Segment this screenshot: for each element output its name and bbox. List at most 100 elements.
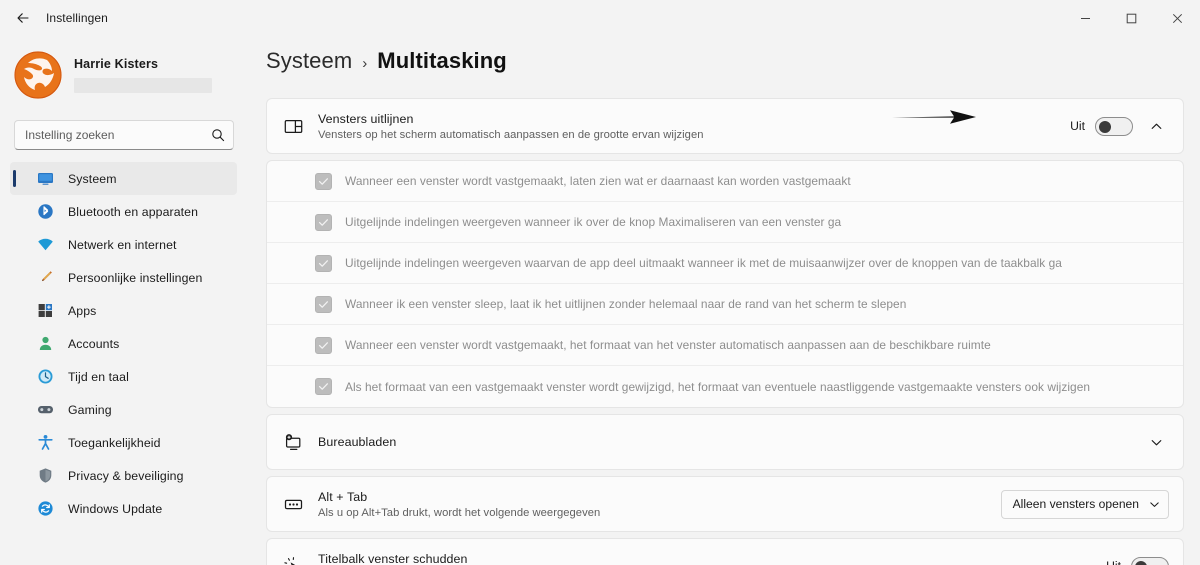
profile-section[interactable]: Harrie Kisters: [14, 44, 248, 106]
checkbox-checked-disabled[interactable]: [315, 295, 332, 313]
snap-option-label: Uitgelijnde indelingen weergeven wanneer…: [345, 215, 842, 229]
check-icon: [318, 300, 329, 308]
monitor-icon: [36, 170, 54, 188]
check-icon: [318, 341, 329, 349]
breadcrumb-parent[interactable]: Systeem: [266, 48, 352, 74]
snap-windows-card: Vensters uitlijnen Vensters op het scher…: [266, 98, 1184, 154]
snap-option-row[interactable]: Wanneer een venster wordt vastgemaakt, l…: [267, 161, 1183, 202]
search-box[interactable]: [14, 120, 234, 150]
profile-text: Harrie Kisters: [74, 57, 212, 93]
sidebar-item-label: Privacy & beveiliging: [68, 468, 184, 483]
check-icon: [318, 177, 329, 185]
title-bar-shake-toggle-state: Uit: [1106, 559, 1121, 565]
title-bar-shake-title: Titelbalk venster schudden: [318, 551, 468, 565]
desktops-row[interactable]: Bureaubladen: [267, 415, 1183, 469]
snap-windows-options: Wanneer een venster wordt vastgemaakt, l…: [266, 160, 1184, 408]
title-bar: Instellingen: [0, 0, 1200, 36]
toggle-knob: [1099, 120, 1111, 133]
snap-option-row[interactable]: Als het formaat van een vastgemaakt vens…: [267, 366, 1183, 407]
snap-windows-description: Vensters op het scherm automatisch aanpa…: [318, 128, 704, 141]
back-button[interactable]: [6, 3, 40, 33]
close-button[interactable]: [1154, 0, 1200, 36]
chevron-down-icon: [1149, 499, 1160, 510]
sidebar-item-label: Toegankelijkheid: [68, 435, 161, 450]
snap-option-row[interactable]: Wanneer een venster wordt vastgemaakt, h…: [267, 325, 1183, 366]
sidebar-item-persoonlijke-instellingen[interactable]: Persoonlijke instellingen: [10, 261, 237, 294]
bluetooth-icon: [36, 203, 54, 221]
desktops-expander[interactable]: [1143, 429, 1169, 455]
title-bar-shake-toggle[interactable]: [1131, 556, 1169, 565]
maximize-button[interactable]: [1108, 0, 1154, 36]
shake-cursor-icon: [280, 556, 306, 565]
search-input[interactable]: [25, 128, 211, 142]
alt-tab-description: Als u op Alt+Tab drukt, wordt het volgen…: [318, 506, 601, 519]
maximize-icon: [1126, 13, 1136, 23]
desktops-controls: [1143, 429, 1169, 455]
page-title: Multitasking: [377, 48, 507, 73]
sidebar-item-bluetooth-en-apparaten[interactable]: Bluetooth en apparaten: [10, 195, 237, 228]
sidebar-item-windows-update[interactable]: Windows Update: [10, 492, 237, 525]
sidebar-item-netwerk-en-internet[interactable]: Netwerk en internet: [10, 228, 237, 261]
sidebar-item-label: Apps: [68, 303, 97, 318]
snap-windows-title: Vensters uitlijnen: [318, 111, 414, 126]
alt-tab-row[interactable]: Alt + Tab Als u op Alt+Tab drukt, wordt …: [267, 477, 1183, 531]
check-icon: [318, 218, 329, 226]
desktops-card: Bureaubladen: [266, 414, 1184, 470]
snap-windows-texts: Vensters uitlijnen Vensters op het scher…: [318, 112, 1070, 141]
avatar: [14, 51, 62, 99]
snap-windows-toggle-state: Uit: [1070, 119, 1085, 133]
title-bar-shake-card: Titelbalk venster schudden Alle andere v…: [266, 538, 1184, 565]
check-icon: [318, 383, 329, 390]
checkbox-checked-disabled[interactable]: [315, 336, 332, 354]
checkbox-checked-disabled[interactable]: [315, 213, 332, 231]
sidebar-item-label: Bluetooth en apparaten: [68, 204, 199, 219]
snap-option-label: Uitgelijnde indelingen weergeven waarvan…: [345, 256, 1062, 270]
snap-windows-controls: Uit: [1070, 113, 1169, 139]
main-content: Systeem › Multitasking Vensters uitlijne…: [248, 36, 1200, 565]
paintbrush-icon: [36, 269, 54, 287]
alt-tab-dropdown[interactable]: Alleen vensters openen: [1000, 489, 1169, 519]
sidebar-item-tijd-en-taal[interactable]: Tijd en taal: [10, 360, 237, 393]
sidebar-item-privacy-beveiliging[interactable]: Privacy & beveiliging: [10, 459, 237, 492]
checkbox-checked-disabled[interactable]: [315, 378, 332, 395]
alt-tab-title: Alt + Tab: [318, 489, 368, 504]
window-controls: [1062, 0, 1200, 36]
accessibility-icon: [36, 434, 54, 452]
chevron-down-icon: [1151, 439, 1161, 445]
title-bar-shake-texts: Titelbalk venster schudden Alle andere v…: [318, 552, 1106, 565]
snap-windows-row[interactable]: Vensters uitlijnen Vensters op het scher…: [267, 99, 1183, 153]
sidebar-item-label: Gaming: [68, 402, 112, 417]
sidebar-item-gaming[interactable]: Gaming: [10, 393, 237, 426]
alt-tab-icon: [280, 495, 306, 514]
title-bar-shake-row[interactable]: Titelbalk venster schudden Alle andere v…: [267, 539, 1183, 565]
update-sync-icon: [36, 500, 54, 518]
sidebar-item-accounts[interactable]: Accounts: [10, 327, 237, 360]
gamepad-icon: [36, 401, 54, 419]
sidebar-item-label: Accounts: [68, 336, 120, 351]
snap-windows-toggle[interactable]: [1095, 116, 1133, 136]
sidebar-item-systeem[interactable]: Systeem: [10, 162, 237, 195]
profile-name: Harrie Kisters: [74, 57, 159, 71]
snap-option-row[interactable]: Uitgelijnde indelingen weergeven wanneer…: [267, 202, 1183, 243]
sidebar-item-toegankelijkheid[interactable]: Toegankelijkheid: [10, 426, 237, 459]
sidebar-nav: Systeem Bluetooth en apparaten Netwerk e…: [0, 162, 248, 525]
minimize-button[interactable]: [1062, 0, 1108, 36]
checkbox-checked-disabled[interactable]: [315, 172, 332, 190]
snap-option-label: Als het formaat van een vastgemaakt vens…: [345, 379, 1091, 394]
wifi-icon: [36, 236, 54, 254]
sidebar-item-label: Systeem: [68, 171, 117, 186]
apps-grid-icon: [36, 302, 54, 320]
user-avatar-icon: [14, 51, 62, 99]
sidebar-item-apps[interactable]: Apps: [10, 294, 237, 327]
snap-option-row[interactable]: Wanneer ik een venster sleep, laat ik he…: [267, 284, 1183, 325]
minimize-icon: [1080, 17, 1090, 19]
checkbox-checked-disabled[interactable]: [315, 254, 332, 272]
breadcrumb-separator-icon: ›: [362, 55, 368, 72]
snap-option-row[interactable]: Uitgelijnde indelingen weergeven waarvan…: [267, 243, 1183, 284]
snap-windows-expander[interactable]: [1143, 113, 1169, 139]
alt-tab-texts: Alt + Tab Als u op Alt+Tab drukt, wordt …: [318, 490, 1001, 519]
alt-tab-card: Alt + Tab Als u op Alt+Tab drukt, wordt …: [266, 476, 1184, 532]
snap-layout-icon: [280, 117, 306, 136]
snap-option-label: Wanneer ik een venster sleep, laat ik he…: [345, 297, 907, 311]
toggle-knob: [1135, 560, 1147, 565]
